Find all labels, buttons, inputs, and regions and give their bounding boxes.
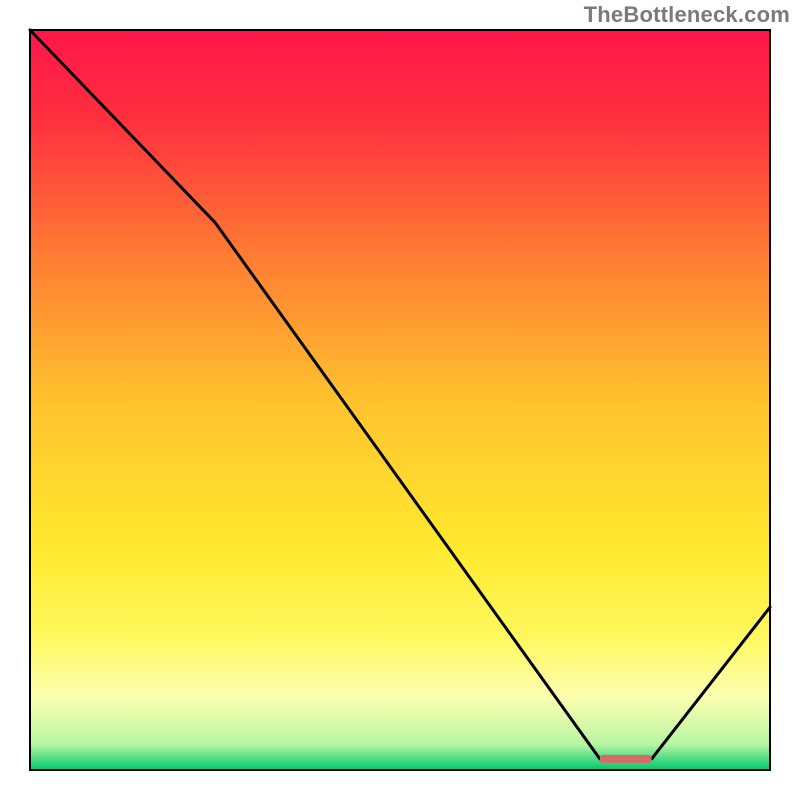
plot-background bbox=[30, 30, 770, 770]
bottleneck-chart bbox=[0, 0, 800, 800]
optimum-marker bbox=[600, 755, 652, 763]
